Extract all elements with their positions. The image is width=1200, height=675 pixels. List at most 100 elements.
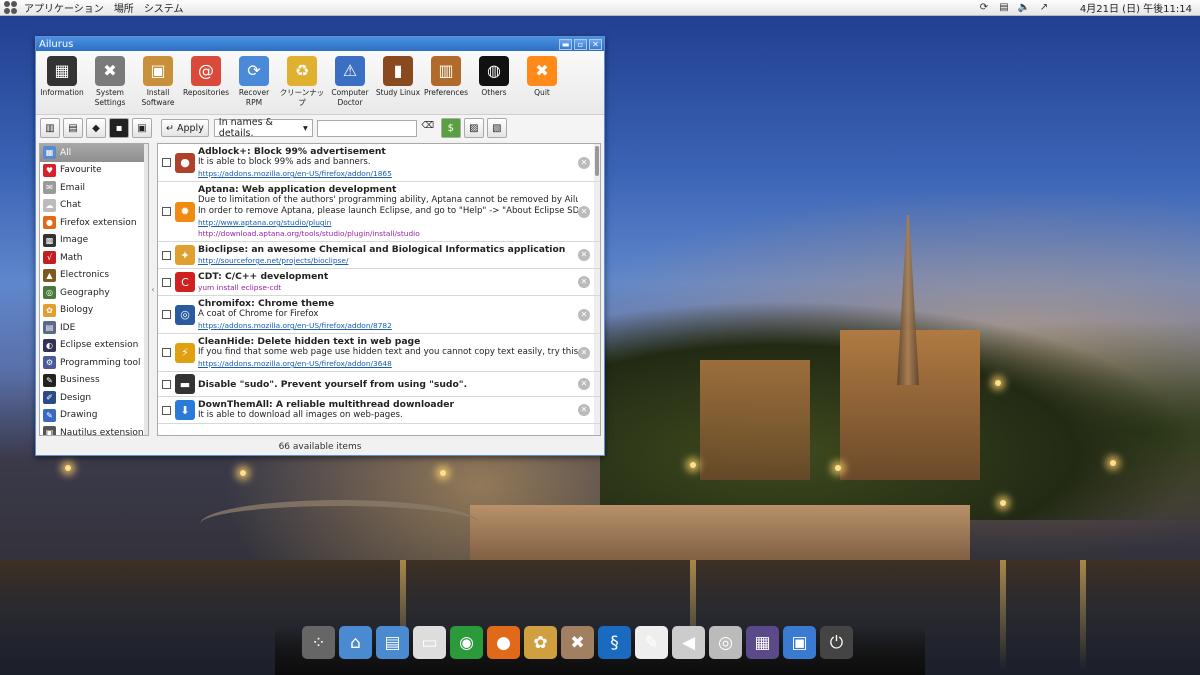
toolbar-button-doctor[interactable]: ⚠ Computer Doctor xyxy=(326,53,374,114)
terminal-icon[interactable]: ▪ xyxy=(109,118,129,138)
minimize-button[interactable]: ▬ xyxy=(559,38,572,50)
landscape-icon[interactable]: ▧ xyxy=(486,118,507,138)
category-item[interactable]: ✉ Email xyxy=(40,179,148,197)
dock-power-icon[interactable]: ⏻ xyxy=(820,626,853,659)
dock-firefox-icon[interactable]: ● xyxy=(487,626,520,659)
remove-item-icon[interactable]: ✕ xyxy=(578,378,590,390)
category-item[interactable]: √ Math xyxy=(40,249,148,267)
toolbar-button-recover[interactable]: ⟳ Recover RPM xyxy=(230,53,278,114)
cube-icon[interactable]: ◆ xyxy=(86,118,106,138)
remove-item-icon[interactable]: ✕ xyxy=(578,249,590,261)
list-item[interactable]: ✦ Bioclipse: an awesome Chemical and Biol… xyxy=(158,242,600,269)
item-checkbox[interactable] xyxy=(162,348,171,357)
toolbar-button-equalizer[interactable]: ▥ Preferences xyxy=(422,53,470,114)
item-url-link[interactable]: http://sourceforge.net/projects/bioclips… xyxy=(198,255,578,266)
category-item[interactable]: ▲ Electronics xyxy=(40,267,148,285)
category-item[interactable]: ✐ Design xyxy=(40,389,148,407)
toolbar-button-package[interactable]: ▣ Install Software xyxy=(134,53,182,114)
chart-icon[interactable]: ▥ xyxy=(40,118,60,138)
item-checkbox[interactable] xyxy=(162,310,171,319)
item-checkbox[interactable] xyxy=(162,207,171,216)
item-checkbox[interactable] xyxy=(162,379,171,389)
search-mode-select[interactable]: In names & details. ▾ xyxy=(213,117,313,139)
item-checkbox[interactable] xyxy=(162,277,171,287)
close-button[interactable]: ✕ xyxy=(589,38,602,50)
list-item[interactable]: ⚡ CleanHide: Delete hidden text in web pa… xyxy=(158,334,600,372)
item-url-link[interactable]: https://addons.mozilla.org/en-US/firefox… xyxy=(198,320,578,331)
list-item[interactable]: ✹ Aptana: Web application development Due … xyxy=(158,182,600,242)
list-item[interactable]: ▬ Disable "sudo". Prevent yourself from u… xyxy=(158,372,600,397)
toolbar-button-others[interactable]: ◍ Others xyxy=(470,53,518,114)
keyboard-icon[interactable]: ▤ xyxy=(998,2,1010,13)
list-item[interactable]: ◎ Chromifox: Chrome theme A coat of Chrome… xyxy=(158,296,600,334)
money-icon[interactable]: $ xyxy=(440,118,461,138)
apply-button[interactable]: ↵ Apply xyxy=(161,119,209,137)
search-input[interactable] xyxy=(316,119,417,137)
toolbar-button-trash[interactable]: ♻ クリーンナップ xyxy=(278,53,326,114)
category-item[interactable]: ✿ Biology xyxy=(40,302,148,320)
volume-icon[interactable]: 🔈 xyxy=(1018,2,1030,13)
clear-search-icon[interactable]: ⌫ xyxy=(421,121,435,135)
clock[interactable]: 4月21日 (日) 午後11:14 xyxy=(1080,0,1192,15)
category-item[interactable]: ◎ Geography xyxy=(40,284,148,302)
category-item[interactable]: ◐ Eclipse extension xyxy=(40,337,148,355)
document-icon[interactable]: ▤ xyxy=(63,118,83,138)
category-item[interactable]: ✎ Business xyxy=(40,372,148,390)
remove-item-icon[interactable]: ✕ xyxy=(578,276,590,288)
dock-paint-icon[interactable]: ✿ xyxy=(524,626,557,659)
menu-places[interactable]: 場所 xyxy=(114,0,134,15)
dock-window-icon[interactable]: ▣ xyxy=(783,626,816,659)
dock-text-editor-icon[interactable]: ✎ xyxy=(635,626,668,659)
toolbar-button-book[interactable]: ▮ Study Linux xyxy=(374,53,422,114)
sidebar-scrollbar[interactable] xyxy=(144,144,148,435)
item-checkbox[interactable] xyxy=(162,405,171,415)
picture-icon[interactable]: ▨ xyxy=(463,118,484,138)
dock-ailurus-icon[interactable]: ▭ xyxy=(413,626,446,659)
toolbar-button-tools[interactable]: ✖ System Settings xyxy=(86,53,134,114)
category-item[interactable]: ▣ Nautilus extension xyxy=(40,424,148,435)
window-title: Ailurus xyxy=(39,38,74,50)
dock-cd-icon[interactable]: ◎ xyxy=(709,626,742,659)
system-logo-icon[interactable] xyxy=(4,0,18,15)
dock-chrome-icon[interactable]: ◉ xyxy=(450,626,483,659)
dock-home-folder-icon[interactable]: ⌂ xyxy=(339,626,372,659)
maximize-button[interactable]: ▫ xyxy=(574,38,587,50)
menu-applications[interactable]: アプリケーション xyxy=(24,0,104,15)
toolbar-button-repositories[interactable]: @ Repositories xyxy=(182,53,230,114)
item-checkbox[interactable] xyxy=(162,158,171,167)
item-url-link[interactable]: https://addons.mozilla.org/en-US/firefox… xyxy=(198,358,578,369)
toolbar-button-info[interactable]: ▦ Information xyxy=(38,53,86,114)
dock-tools-icon[interactable]: ✖ xyxy=(561,626,594,659)
window-titlebar[interactable]: Ailurus ▬ ▫ ✕ xyxy=(36,37,604,51)
network-icon[interactable]: ↗ xyxy=(1038,2,1050,13)
remove-item-icon[interactable]: ✕ xyxy=(578,205,590,218)
dock-apps-icon[interactable]: ⁘ xyxy=(302,626,335,659)
item-checkbox[interactable] xyxy=(162,250,171,260)
pane-splitter[interactable]: ‹ xyxy=(149,143,157,436)
category-item[interactable]: ✎ Drawing xyxy=(40,407,148,425)
item-url-link[interactable]: https://addons.mozilla.org/en-US/firefox… xyxy=(198,168,578,179)
category-item[interactable]: ⚙ Programming tool xyxy=(40,354,148,372)
list-item[interactable]: C CDT: C/C++ development yum install eclip… xyxy=(158,269,600,296)
remove-item-icon[interactable]: ✕ xyxy=(578,156,590,169)
remove-item-icon[interactable]: ✕ xyxy=(578,308,590,321)
dock-swirl-icon[interactable]: § xyxy=(598,626,631,659)
category-item[interactable]: ● Firefox extension xyxy=(40,214,148,232)
menu-system[interactable]: システム xyxy=(144,0,184,15)
item-url-link[interactable]: http://www.aptana.org/studio/plugin xyxy=(198,217,578,228)
category-item[interactable]: ▤ IDE xyxy=(40,319,148,337)
list-item[interactable]: ⬇ DownThemAll: A reliable multithread dow… xyxy=(158,397,600,424)
remove-item-icon[interactable]: ✕ xyxy=(578,404,590,416)
dock-documents-folder-icon[interactable]: ▤ xyxy=(376,626,409,659)
list-item[interactable]: ● Adblock+: Block 99% advertisement It is … xyxy=(158,144,600,182)
dock-volume-icon[interactable]: ◀ xyxy=(672,626,705,659)
box-icon[interactable]: ▣ xyxy=(132,118,152,138)
category-item[interactable]: ▩ Image xyxy=(40,232,148,250)
toolbar-button-quit[interactable]: ✖ Quit xyxy=(518,53,566,114)
dock-workspace-icon[interactable]: ▦ xyxy=(746,626,779,659)
category-item[interactable]: ▦ All xyxy=(40,144,148,162)
category-item[interactable]: ♥ Favourite xyxy=(40,162,148,180)
update-icon[interactable]: ⟳ xyxy=(978,2,990,13)
category-item[interactable]: ☁ Chat xyxy=(40,197,148,215)
remove-item-icon[interactable]: ✕ xyxy=(578,346,590,359)
